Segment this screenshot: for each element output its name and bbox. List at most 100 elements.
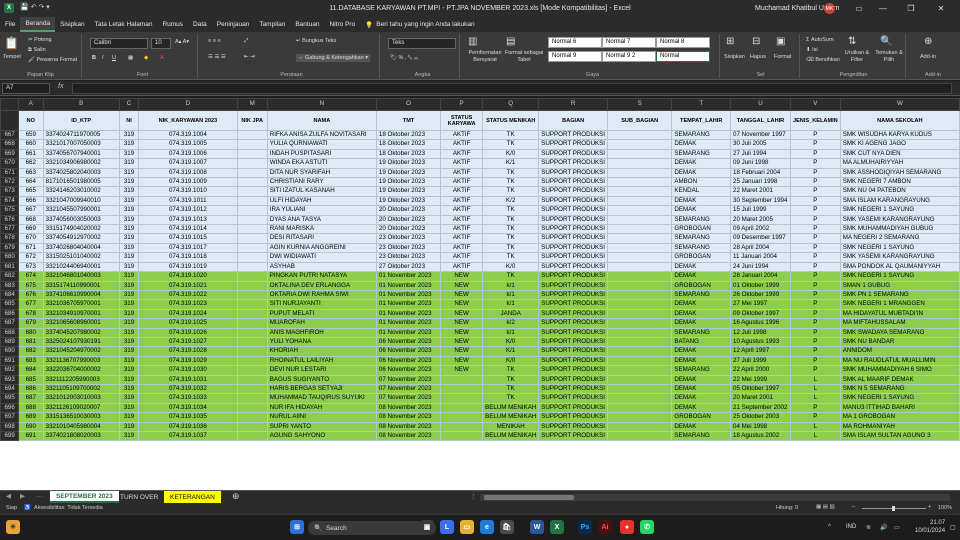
cell[interactable] bbox=[607, 158, 673, 169]
cell[interactable]: 3374056003050003 bbox=[42, 214, 120, 226]
accessibility-icon[interactable]: ♿ bbox=[24, 505, 31, 511]
cell[interactable]: 20 Oktober 2023 bbox=[375, 224, 442, 235]
row-header[interactable]: 695 bbox=[0, 393, 19, 404]
cell[interactable] bbox=[236, 233, 268, 244]
style-normal-8[interactable]: Normal 8 bbox=[656, 37, 710, 48]
cell[interactable] bbox=[607, 261, 673, 273]
autosum-button[interactable]: Σ AutoSum bbox=[806, 37, 834, 43]
tab-split-icon[interactable]: ⋮ bbox=[470, 492, 477, 500]
store-icon[interactable]: 🛍 bbox=[500, 520, 514, 534]
cell[interactable]: L bbox=[789, 383, 841, 395]
cell[interactable]: 25 Januari 1998 bbox=[730, 177, 791, 188]
cell[interactable] bbox=[607, 327, 673, 338]
cell[interactable]: SUPPORT PRODUKSI bbox=[538, 158, 609, 169]
cell[interactable]: SUPPORT PRODUKSI bbox=[538, 242, 609, 254]
cell[interactable]: 23 Oktober 2023 bbox=[375, 242, 442, 254]
volume-icon[interactable]: 🔊 bbox=[880, 524, 887, 531]
cell[interactable]: TK bbox=[482, 271, 540, 282]
cell[interactable]: 3374021808020003 bbox=[42, 430, 120, 442]
cell[interactable] bbox=[440, 421, 484, 433]
zoom-slider[interactable] bbox=[862, 506, 926, 511]
cell[interactable]: 319 bbox=[118, 299, 140, 310]
cell[interactable]: 689 bbox=[17, 412, 44, 423]
cell[interactable]: BELUM MENIKAH bbox=[482, 402, 540, 414]
column-header[interactable]: C bbox=[118, 98, 140, 111]
cell[interactable]: CHRISTIANI RARY bbox=[266, 177, 377, 188]
cell[interactable]: 074.319.1037 bbox=[138, 430, 238, 442]
cell[interactable]: 074.319.1004 bbox=[138, 129, 238, 141]
cell[interactable]: 319 bbox=[118, 261, 140, 273]
cell[interactable]: SMK MUHAMMADIYAH 6 SIMO bbox=[839, 365, 960, 376]
name-box[interactable]: A7 bbox=[2, 83, 50, 94]
cell[interactable]: DEMAK bbox=[671, 402, 732, 414]
cell[interactable]: 06 November 2023 bbox=[375, 336, 442, 348]
cell[interactable]: 3321045204970002 bbox=[42, 346, 120, 357]
cell[interactable] bbox=[607, 430, 673, 442]
cell[interactable]: P bbox=[789, 336, 841, 348]
cell[interactable]: K/0 bbox=[482, 336, 540, 348]
cell[interactable]: 28 Januari 2004 bbox=[730, 271, 791, 282]
cell[interactable] bbox=[607, 308, 673, 320]
avatar[interactable]: MK bbox=[824, 3, 835, 14]
row-header[interactable]: 683 bbox=[0, 280, 19, 291]
cell[interactable]: MA MIFTAHUSSALAM bbox=[839, 318, 960, 329]
cell[interactable]: 8171016501980005 bbox=[42, 177, 120, 188]
sheet-tab-september[interactable]: SEPTEMBER 2023 bbox=[50, 491, 119, 503]
cell[interactable]: 685 bbox=[17, 374, 44, 385]
cell[interactable]: AKTIF bbox=[440, 252, 484, 263]
cell[interactable]: 669 bbox=[17, 224, 44, 235]
row-header[interactable]: 673 bbox=[0, 186, 19, 197]
cell[interactable]: 074.319.1007 bbox=[138, 158, 238, 169]
cell[interactable]: SUPPORT PRODUKSI bbox=[538, 402, 609, 414]
row-header[interactable]: 668 bbox=[0, 139, 19, 150]
cell[interactable]: 3374056707940001 bbox=[42, 148, 120, 160]
field-header[interactable]: NI bbox=[118, 110, 140, 131]
row-header[interactable]: 672 bbox=[0, 177, 19, 188]
cell[interactable]: 18 Oktober 2023 bbox=[375, 129, 442, 141]
cell[interactable] bbox=[607, 252, 673, 263]
cell[interactable]: SEMARANG bbox=[671, 242, 732, 254]
cell[interactable]: 3321136707990003 bbox=[42, 355, 120, 367]
cell[interactable]: TK bbox=[482, 365, 540, 376]
tab-rumus[interactable]: Rumus bbox=[157, 17, 188, 32]
add-sheet-icon[interactable]: ⊕ bbox=[232, 491, 240, 502]
cell[interactable]: 16 Agustus 1996 bbox=[730, 318, 791, 329]
cell[interactable]: 319 bbox=[118, 355, 140, 367]
cell[interactable]: 319 bbox=[118, 167, 140, 179]
cell[interactable]: P bbox=[789, 242, 841, 254]
minimize-button[interactable]: — bbox=[872, 0, 894, 17]
cell[interactable] bbox=[236, 261, 268, 273]
row-header[interactable]: 670 bbox=[0, 158, 19, 169]
cell[interactable]: 06 November 2023 bbox=[375, 346, 442, 357]
cell[interactable]: SUPPORT PRODUKSI bbox=[538, 280, 609, 291]
cell[interactable]: 23 Oktober 2023 bbox=[375, 233, 442, 244]
cell[interactable]: 04 Mei 1998 bbox=[730, 421, 791, 433]
cell[interactable]: 01 November 2023 bbox=[375, 280, 442, 291]
sheet-tab-turn-over[interactable]: TURN OVER bbox=[114, 491, 164, 503]
cell[interactable]: L bbox=[789, 421, 841, 433]
cell[interactable]: 08 November 2023 bbox=[375, 430, 442, 442]
tell-me-search[interactable]: 💡 Beri tahu yang ingin Anda lakukan bbox=[360, 17, 479, 32]
cell[interactable] bbox=[607, 186, 673, 197]
cell[interactable]: k/1 bbox=[482, 299, 540, 310]
cell[interactable]: SUPPORT PRODUKSI bbox=[538, 327, 609, 338]
cell[interactable]: SUPRI YANTO bbox=[266, 421, 377, 433]
cell[interactable] bbox=[236, 412, 268, 423]
cell[interactable]: 01 November 2023 bbox=[375, 271, 442, 282]
row-header[interactable]: 678 bbox=[0, 233, 19, 244]
formula-input[interactable] bbox=[72, 83, 952, 94]
cell[interactable]: 681 bbox=[17, 336, 44, 348]
cell[interactable]: 319 bbox=[118, 289, 140, 301]
cell[interactable]: P bbox=[789, 214, 841, 226]
bold-icon[interactable]: B bbox=[92, 55, 96, 61]
row-header[interactable]: 680 bbox=[0, 252, 19, 263]
spreadsheet-grid[interactable]: ABCDMNOPQRSTUVW NO ID_KTP NI NIK_KARYAWAN 2… bbox=[0, 98, 960, 490]
cell[interactable] bbox=[607, 421, 673, 433]
cell[interactable]: P bbox=[789, 224, 841, 235]
font-size-select[interactable]: 10 bbox=[151, 38, 171, 49]
cell[interactable]: TK bbox=[482, 383, 540, 395]
cell[interactable] bbox=[607, 242, 673, 254]
cell[interactable]: 680 bbox=[17, 327, 44, 338]
align-top-icon[interactable]: ≡ ≡ ≡ bbox=[208, 38, 221, 44]
cell[interactable]: TK bbox=[482, 205, 540, 216]
